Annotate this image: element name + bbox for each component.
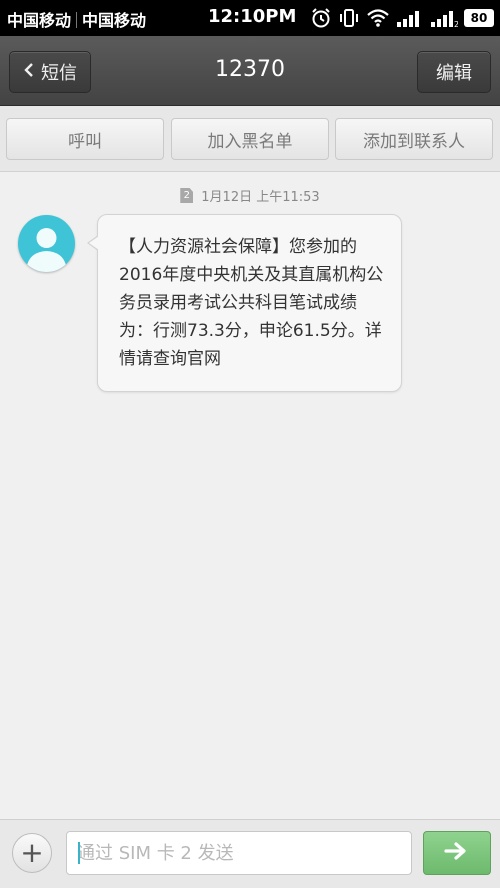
message-timestamp: 2 1月12日 上午11:53 bbox=[0, 186, 500, 205]
alarm-icon bbox=[310, 7, 332, 29]
status-time: 12:10PM bbox=[208, 6, 297, 27]
message-input[interactable] bbox=[66, 831, 412, 875]
call-button[interactable]: 呼叫 bbox=[6, 118, 164, 160]
svg-text:2: 2 bbox=[454, 20, 458, 28]
conversation-area[interactable]: 2 1月12日 上午11:53 【人力资源社会保障】您参加的2016年度中央机关… bbox=[0, 172, 500, 819]
carrier-info: 中国移动 中国移动 bbox=[7, 7, 146, 31]
sim-card-icon: 2 bbox=[180, 188, 194, 203]
wifi-icon bbox=[366, 8, 390, 28]
status-icons: 2 80 bbox=[310, 6, 494, 30]
text-cursor bbox=[78, 842, 80, 864]
send-button[interactable] bbox=[423, 831, 491, 875]
add-to-blacklist-button[interactable]: 加入黑名单 bbox=[171, 118, 329, 160]
signal-icon bbox=[396, 8, 424, 28]
edit-button[interactable]: 编辑 bbox=[417, 51, 491, 93]
attach-button[interactable]: + bbox=[12, 833, 52, 873]
battery-icon: 80 bbox=[464, 9, 494, 27]
vibrate-icon bbox=[338, 7, 360, 29]
plus-icon: + bbox=[20, 836, 44, 869]
status-bar: 中国移动 中国移动 12:10PM 2 80 bbox=[0, 0, 500, 36]
message-bubble[interactable]: 【人力资源社会保障】您参加的2016年度中央机关及其直属机构公务员录用考试公共科… bbox=[87, 214, 402, 392]
person-icon bbox=[26, 228, 67, 272]
send-arrow-icon bbox=[444, 841, 470, 865]
compose-bar: + bbox=[0, 819, 500, 888]
avatar[interactable] bbox=[18, 215, 75, 272]
carrier-2: 中国移动 bbox=[82, 11, 147, 30]
add-to-contacts-button[interactable]: 添加到联系人 bbox=[335, 118, 493, 160]
title-bar: 短信 12370 编辑 bbox=[0, 36, 500, 106]
carrier-1: 中国移动 bbox=[7, 11, 72, 30]
contact-actions: 呼叫 加入黑名单 添加到联系人 bbox=[0, 106, 500, 172]
timestamp-text: 1月12日 上午11:53 bbox=[201, 190, 320, 205]
carrier-separator bbox=[76, 12, 78, 28]
signal-icon-sim2: 2 bbox=[430, 8, 458, 28]
